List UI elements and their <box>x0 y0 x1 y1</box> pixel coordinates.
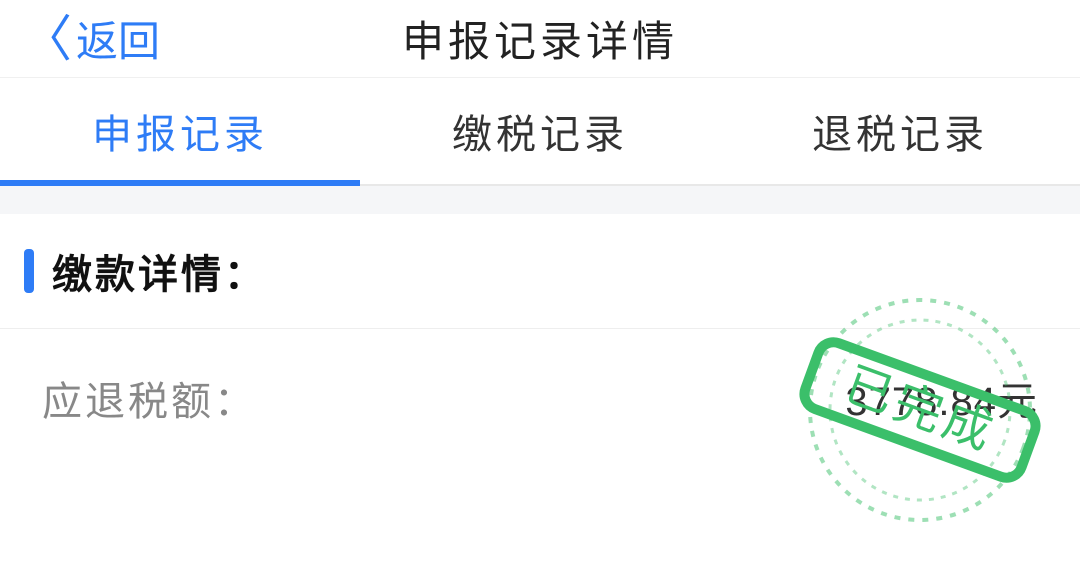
tab-label: 缴税记录 <box>452 102 628 160</box>
tab-tax-refund-record[interactable]: 退税记录 <box>720 78 1080 184</box>
section-gap <box>0 186 1080 214</box>
page-title: 申报记录详情 <box>402 8 678 69</box>
row-value-refund-amount: 3778.84元 <box>845 369 1038 427</box>
tab-label: 退税记录 <box>812 102 988 160</box>
navbar: 〈 返回 申报记录详情 <box>0 0 1080 78</box>
back-button[interactable]: 〈 返回 <box>0 8 160 69</box>
section-bar-icon <box>24 249 34 293</box>
tab-tax-payment-record[interactable]: 缴税记录 <box>360 78 720 184</box>
detail-row: 应退税额： 3778.84元 <box>0 329 1080 467</box>
row-label: 应退税额： <box>42 369 257 427</box>
section-header: 缴款详情： <box>0 214 1080 329</box>
chevron-left-icon: 〈 <box>22 14 72 64</box>
tab-declaration-record[interactable]: 申报记录 <box>0 78 360 184</box>
back-label: 返回 <box>76 8 160 69</box>
tab-label: 申报记录 <box>92 102 268 160</box>
section-title: 缴款详情： <box>52 242 267 300</box>
tabs: 申报记录 缴税记录 退税记录 <box>0 78 1080 186</box>
